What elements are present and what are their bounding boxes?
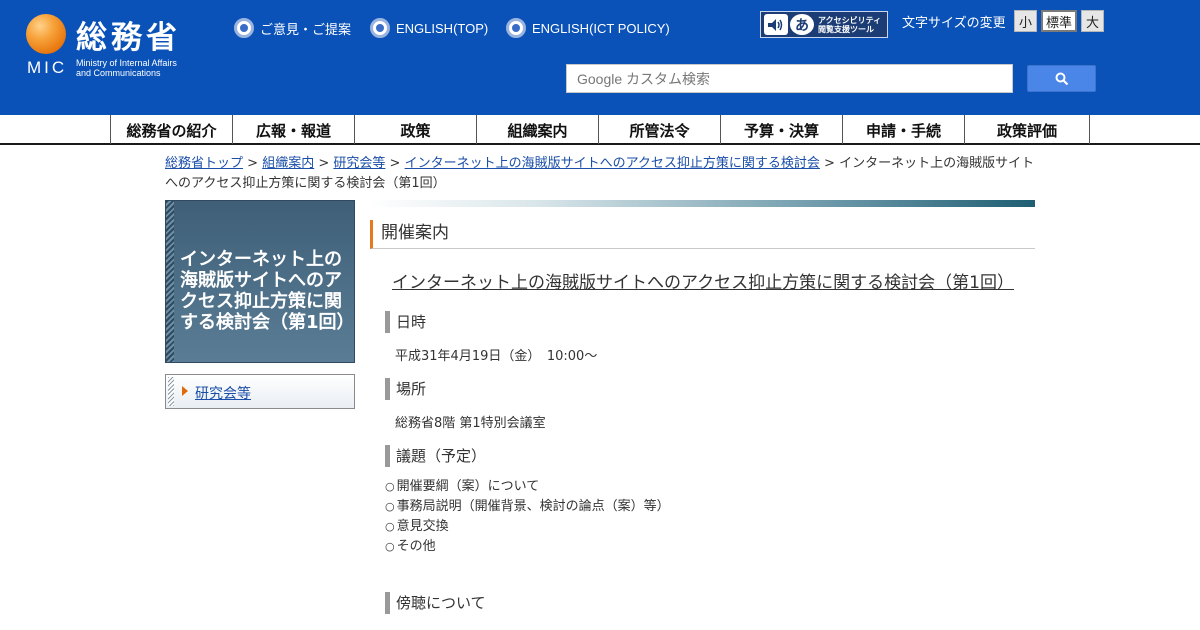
speaker-icon xyxy=(764,14,788,35)
list-item: その他 xyxy=(385,537,670,557)
accessibility-tool-line2: 閲覧支援ツール xyxy=(818,24,874,34)
link-english-ict[interactable]: ENGLISH(ICT POLICY) xyxy=(506,18,670,38)
breadcrumb-link-top[interactable]: 総務省トップ xyxy=(165,156,243,171)
breadcrumb-separator: > xyxy=(314,156,334,171)
bullet-circle-icon xyxy=(234,18,254,38)
breadcrumb-link-committee[interactable]: インターネット上の海賊版サイトへのアクセス抑止方策に関する検討会 xyxy=(405,156,820,171)
breadcrumb-separator: > xyxy=(243,156,263,171)
site-header: 総務省 MIC Ministry of Internal Affairs and… xyxy=(0,0,1200,115)
breadcrumb-separator: > xyxy=(385,156,405,171)
font-size-large-button[interactable]: 大 xyxy=(1081,10,1104,32)
arrow-right-icon xyxy=(182,386,188,396)
nav-item-laws[interactable]: 所管法令 xyxy=(598,115,720,144)
font-size-label: 文字サイズの変更 xyxy=(902,15,1006,30)
logo-abbreviation: MIC xyxy=(27,58,68,77)
sidebar-item-study-groups[interactable]: 研究会等 xyxy=(165,374,355,409)
breadcrumb-link-study-groups[interactable]: 研究会等 xyxy=(333,156,385,171)
search-button[interactable] xyxy=(1027,65,1096,92)
bullet-circle-icon xyxy=(370,18,390,38)
link-english-top[interactable]: ENGLISH(TOP) xyxy=(370,18,488,38)
nav-item-organization[interactable]: 組織案内 xyxy=(476,115,598,144)
link-opinion-label: ご意見・ご提案 xyxy=(260,21,352,37)
site-logo[interactable]: 総務省 MIC Ministry of Internal Affairs and… xyxy=(26,12,216,82)
datetime-heading: 日時 xyxy=(385,311,426,333)
nav-item-about[interactable]: 総務省の紹介 xyxy=(110,115,232,144)
search-input[interactable] xyxy=(566,64,1013,93)
decorative-gradient-bar xyxy=(370,200,1035,207)
logo-japanese-name: 総務省 xyxy=(76,20,181,56)
agenda-list: 開催要綱（案）について 事務局説明（開催背景、検討の論点（案）等） 意見交換 そ… xyxy=(385,477,670,557)
logo-orb-icon xyxy=(26,14,66,54)
accessibility-tool-label: アクセシビリティ 閲覧支援ツール xyxy=(818,16,881,34)
place-heading: 場所 xyxy=(385,378,426,400)
breadcrumb: 総務省トップ > 組織案内 > 研究会等 > インターネット上の海賊版サイトへの… xyxy=(165,154,1035,194)
nav-item-evaluation[interactable]: 政策評価 xyxy=(964,115,1090,144)
logo-english-line2: and Communications xyxy=(76,68,161,78)
place-value: 総務省8階 第1特別会議室 xyxy=(395,416,546,431)
hiragana-a-icon: あ xyxy=(790,14,814,35)
list-item: 開催要綱（案）について xyxy=(385,477,670,497)
link-opinion[interactable]: ご意見・ご提案 xyxy=(234,18,351,38)
list-item: 意見交換 xyxy=(385,517,670,537)
link-english-ict-label: ENGLISH(ICT POLICY) xyxy=(532,20,670,36)
link-english-top-label: ENGLISH(TOP) xyxy=(396,20,489,36)
global-nav-list: 総務省の紹介 広報・報道 政策 組織案内 所管法令 予算・決算 申請・手続 政策… xyxy=(110,115,1090,144)
sidebar-title-box: インターネット上の海賊版サイトへのアクセス抑止方策に関する検討会（第1回） xyxy=(165,200,355,363)
section-heading: 開催案内 xyxy=(370,220,1035,249)
logo-english-line1: Ministry of Internal Affairs xyxy=(76,58,177,68)
sidebar-item-label[interactable]: 研究会等 xyxy=(195,383,251,403)
nav-item-policy[interactable]: 政策 xyxy=(354,115,476,144)
search-icon xyxy=(1055,72,1068,85)
nav-item-applications[interactable]: 申請・手続 xyxy=(842,115,964,144)
font-size-small-button[interactable]: 小 xyxy=(1014,10,1037,32)
bullet-circle-icon xyxy=(506,18,526,38)
nav-item-press[interactable]: 広報・報道 xyxy=(232,115,354,144)
breadcrumb-separator: > xyxy=(819,156,840,171)
sidebar-title: インターネット上の海賊版サイトへのアクセス抑止方策に関する検討会（第1回） xyxy=(180,249,355,333)
logo-english-name: Ministry of Internal Affairs and Communi… xyxy=(76,58,177,78)
nav-item-budget[interactable]: 予算・決算 xyxy=(720,115,842,144)
breadcrumb-link-organization[interactable]: 組織案内 xyxy=(262,156,314,171)
font-size-standard-button[interactable]: 標準 xyxy=(1041,10,1077,32)
datetime-value: 平成31年4月19日（金） 10:00～ xyxy=(395,349,598,364)
event-title-link[interactable]: インターネット上の海賊版サイトへのアクセス抑止方策に関する検討会（第1回） xyxy=(392,268,1014,293)
accessibility-tool-line1: アクセシビリティ xyxy=(818,15,882,25)
audience-heading: 傍聴について xyxy=(385,592,486,614)
global-nav: 総務省の紹介 広報・報道 政策 組織案内 所管法令 予算・決算 申請・手続 政策… xyxy=(0,115,1200,145)
agenda-heading: 議題（予定） xyxy=(385,445,486,467)
accessibility-tool-button[interactable]: あ アクセシビリティ 閲覧支援ツール xyxy=(760,11,888,38)
list-item: 事務局説明（開催背景、検討の論点（案）等） xyxy=(385,497,670,517)
